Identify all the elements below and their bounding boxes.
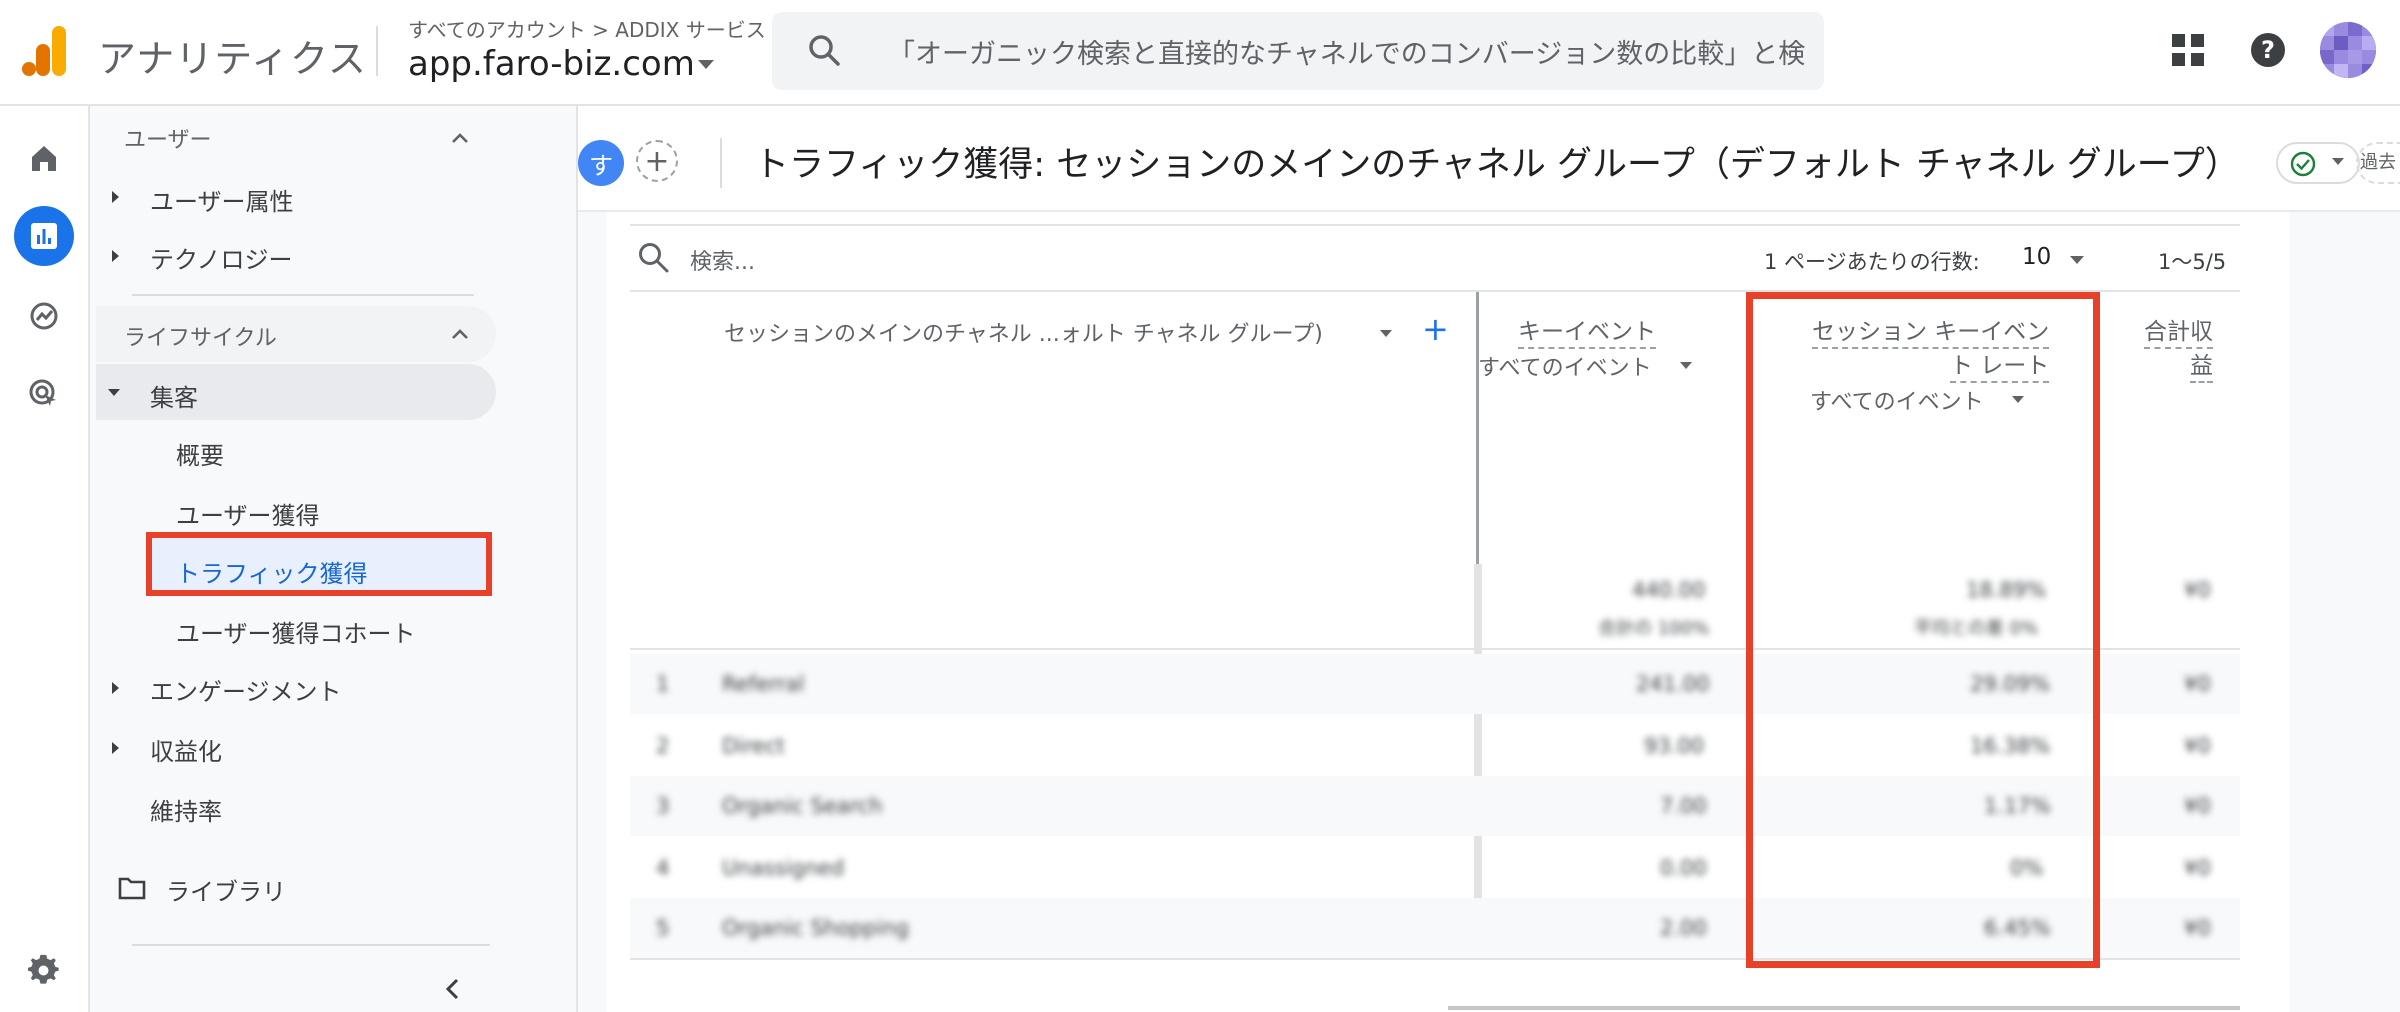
nav-technology[interactable]: テクノロジー — [150, 240, 293, 275]
analytics-logo-icon[interactable] — [22, 26, 68, 76]
pagination-status: 1〜5/5 — [2158, 250, 2227, 274]
add-dimension-button[interactable]: + — [1422, 310, 1449, 348]
page-title: トラフィック獲得: セッションのメインのチャネル グループ（デフォルト チャネル… — [754, 145, 2240, 185]
collapse-sidebar-icon[interactable] — [440, 976, 466, 1002]
row-index: 1 — [656, 672, 670, 696]
event-filter-select[interactable]: すべてのイベント — [1478, 350, 1652, 382]
collapse-arrow-icon[interactable] — [108, 389, 120, 396]
avatar[interactable] — [2320, 22, 2376, 78]
metric-header-total-revenue-line2[interactable]: 益 — [2190, 346, 2213, 383]
divider — [376, 26, 378, 76]
row-channel: Organic Shopping — [722, 916, 909, 940]
add-comparison-button[interactable]: + — [636, 140, 678, 182]
row-channel: Direct — [722, 734, 785, 758]
row-revenue: ¥0 — [2184, 856, 2211, 880]
divider — [720, 138, 722, 188]
reports-icon[interactable] — [14, 206, 74, 266]
column-divider[interactable] — [1476, 292, 1479, 564]
nav-engagement[interactable]: エンゲージメント — [150, 672, 342, 707]
app-name: アナリティクス — [98, 37, 367, 81]
nav-library[interactable]: ライブラリ — [166, 872, 286, 907]
chevron-down-icon[interactable] — [698, 60, 714, 69]
apps-icon[interactable] — [2172, 34, 2204, 66]
metric-header-total-revenue[interactable]: 合計収 — [2144, 312, 2213, 349]
date-range-chip[interactable]: 過去 — [2356, 142, 2400, 184]
rows-per-page-select[interactable]: 10 — [2022, 244, 2051, 270]
metric-title: キーイベント — [1518, 319, 1656, 349]
breadcrumb[interactable]: すべてのアカウント > ADDIX サービス — [408, 14, 766, 43]
row-key-events: 0.00 — [1660, 856, 1707, 880]
settings-icon[interactable] — [14, 940, 74, 1000]
row-index: 4 — [656, 856, 670, 880]
nav-retention[interactable]: 維持率 — [150, 792, 222, 827]
rows-per-page-label: 1 ページあたりの行数: — [1764, 250, 1980, 274]
row-key-events: 241.00 — [1636, 672, 1710, 696]
svg-text:?: ? — [2261, 36, 2275, 64]
search-icon[interactable] — [636, 240, 670, 274]
metric-header-key-events[interactable]: キーイベント — [1518, 312, 1656, 349]
comparison-chip[interactable]: す — [578, 140, 624, 186]
search-placeholder[interactable]: 「オーガニック検索と直接的なチャネルでのコンバージョン数の比較」と検… — [888, 32, 1808, 71]
row-channel: Unassigned — [722, 856, 845, 880]
row-revenue: ¥0 — [2184, 734, 2211, 758]
row-index: 2 — [656, 734, 670, 758]
total-key-events-sub: 合計の 100% — [1598, 618, 1710, 639]
explore-icon[interactable] — [14, 286, 74, 346]
total-key-events: 440.00 — [1632, 578, 1706, 602]
row-key-events: 2.00 — [1660, 916, 1707, 940]
metric-title-line1: 合計収 — [2144, 319, 2213, 349]
nav-user-acquisition[interactable]: ユーザー獲得 — [176, 496, 320, 531]
section-user-label: ユーザー — [124, 128, 212, 153]
horizontal-scrollbar[interactable] — [1448, 1006, 2240, 1010]
home-icon[interactable] — [14, 128, 74, 188]
nav-acquisition[interactable]: 集客 — [150, 378, 198, 413]
highlight-box — [1746, 292, 2100, 968]
table-search-input[interactable]: 検索... — [690, 244, 755, 276]
folder-icon — [118, 876, 146, 904]
row-index: 5 — [656, 916, 670, 940]
row-revenue: ¥0 — [2184, 794, 2211, 818]
dimension-column-header[interactable]: セッションのメインのチャネル ...ォルト チャネル グループ) — [724, 316, 1323, 348]
row-index: 3 — [656, 794, 670, 818]
divider — [132, 294, 474, 296]
chevron-down-icon[interactable] — [1380, 330, 1392, 337]
total-revenue: ¥0 — [2184, 578, 2211, 602]
row-key-events: 93.00 — [1644, 734, 1705, 758]
chevron-down-icon[interactable] — [2070, 256, 2084, 264]
row-revenue: ¥0 — [2184, 672, 2211, 696]
help-icon[interactable]: ? — [2250, 32, 2286, 68]
nav-user-attributes[interactable]: ユーザー属性 — [150, 182, 294, 217]
metric-title-line2: 益 — [2190, 353, 2213, 383]
row-key-events: 7.00 — [1660, 794, 1707, 818]
advertising-icon[interactable] — [14, 364, 74, 424]
divider — [630, 224, 2240, 226]
nav-monetization[interactable]: 収益化 — [150, 732, 222, 767]
row-channel: Organic Search — [722, 794, 883, 818]
row-revenue: ¥0 — [2184, 916, 2211, 940]
nav-overview[interactable]: 概要 — [176, 436, 224, 471]
divider — [132, 944, 490, 946]
search-icon[interactable] — [806, 32, 842, 68]
check-circle-icon — [2290, 151, 2316, 177]
property-selector[interactable]: app.faro-biz.com — [408, 44, 695, 84]
status-chip[interactable] — [2276, 142, 2360, 184]
row-channel: Referral — [722, 672, 805, 696]
chevron-up-icon[interactable] — [448, 322, 472, 346]
chevron-up-icon[interactable] — [448, 126, 472, 150]
nav-user-acquisition-cohort[interactable]: ユーザー獲得コホート — [176, 614, 416, 649]
expand-arrow-icon[interactable] — [112, 742, 119, 754]
expand-arrow-icon[interactable] — [112, 682, 119, 694]
chevron-down-icon[interactable] — [2332, 158, 2344, 165]
chevron-down-icon[interactable] — [1680, 362, 1692, 369]
section-lifecycle-label: ライフサイクル — [124, 326, 277, 351]
expand-arrow-icon[interactable] — [112, 250, 119, 262]
expand-arrow-icon[interactable] — [112, 191, 119, 203]
highlight-box — [146, 532, 492, 596]
